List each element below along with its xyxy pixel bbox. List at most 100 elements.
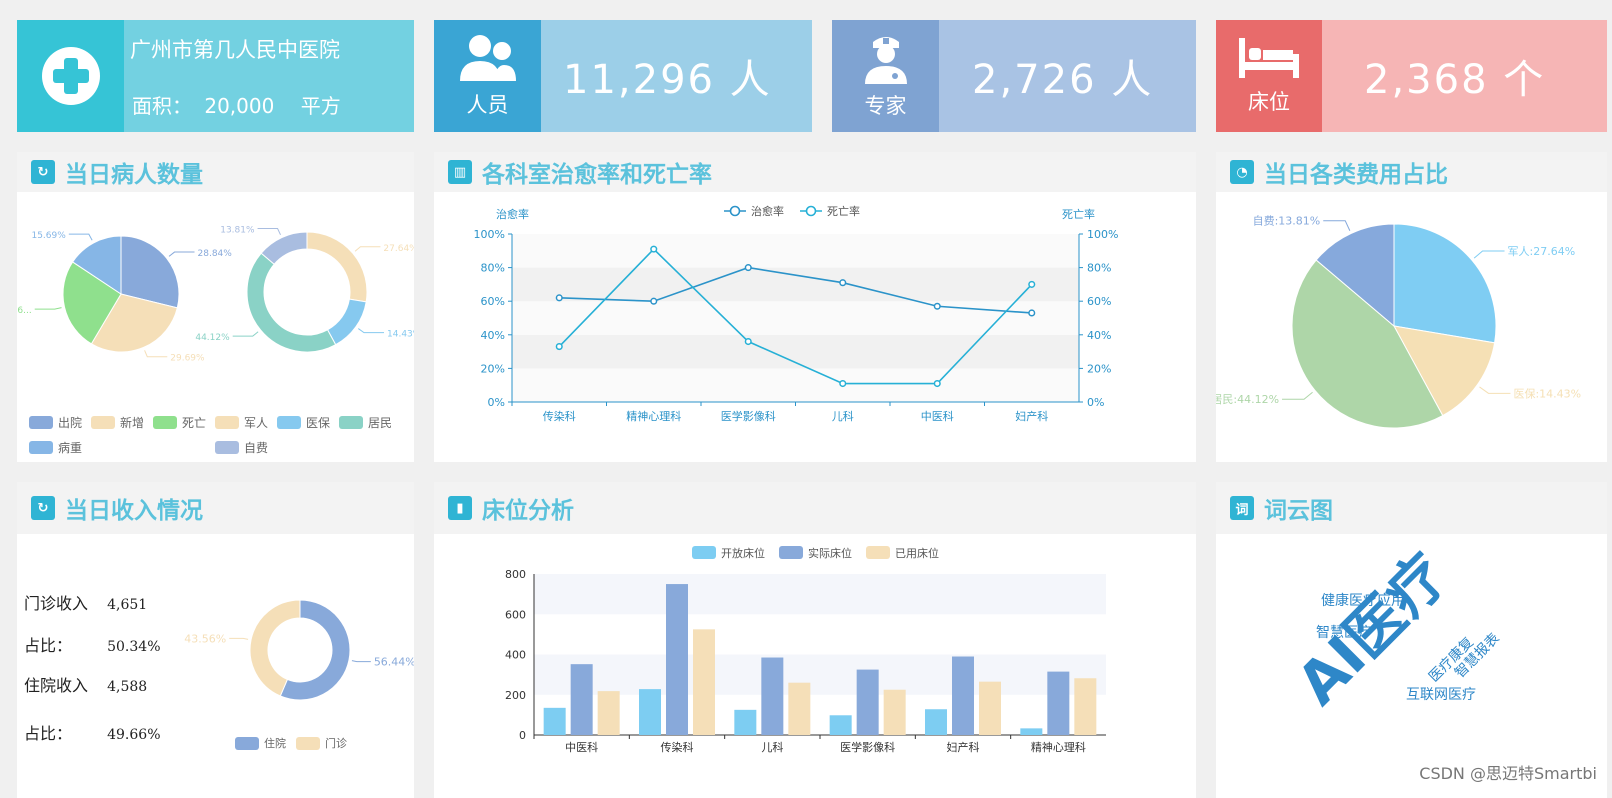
pie-refresh-icon: ↻ <box>31 496 55 520</box>
patients-panel: ↻ 当日病人数量 28.84% 29.69% 26... 15.69% 27.64% 14… <box>17 152 414 462</box>
outpatient-value: 4,651 <box>107 597 148 613</box>
bar-开放床位[interactable] <box>1020 728 1043 735</box>
legend-item-自费[interactable]: 自费 <box>215 439 277 456</box>
x-tick-label: 医学影像科 <box>840 740 895 754</box>
legend-swatch[interactable] <box>692 546 716 559</box>
beds-icon-box: 床位 <box>1216 20 1322 132</box>
data-point[interactable] <box>650 245 658 253</box>
patients-panel-header: ↻ 当日病人数量 <box>17 152 414 192</box>
patients-title: 当日病人数量 <box>65 162 203 188</box>
legend-item-门诊[interactable]: 门诊 <box>296 735 347 751</box>
bar-已用床位[interactable] <box>979 681 1001 735</box>
legend-item-新增[interactable]: 新增 <box>91 414 153 431</box>
legend-item-出院[interactable]: 出院 <box>29 414 91 431</box>
bar-实际床位[interactable] <box>570 664 593 735</box>
y-tick-label: 0% <box>1087 396 1104 409</box>
x-tick-label: 医学影像科 <box>721 409 776 423</box>
staff-card: 人员 11,296 人 <box>434 20 812 132</box>
experts-value: 2,726 人 <box>939 20 1196 132</box>
legend-item-死亡[interactable]: 死亡 <box>153 414 215 431</box>
pie-slice-医保[interactable] <box>326 298 367 346</box>
bar-实际床位[interactable] <box>952 656 974 735</box>
data-point[interactable] <box>555 294 563 302</box>
pie-slice-自费[interactable] <box>260 231 308 265</box>
bar-已用床位[interactable] <box>883 689 906 735</box>
bar-开放床位[interactable] <box>639 689 661 735</box>
slice-label: 自费:13.81% <box>1253 215 1321 228</box>
slice-label: 军人:27.64% <box>1508 245 1576 258</box>
beds-card: 床位 2,368 个 <box>1216 20 1607 132</box>
label-line <box>257 227 281 236</box>
legend-label: 开放床位 <box>721 546 765 560</box>
data-point[interactable] <box>933 379 941 388</box>
beds-panel-header: ▮ 床位分析 <box>434 482 1196 534</box>
pie-slice-军人[interactable] <box>1393 223 1497 344</box>
pie-slice-军人[interactable] <box>306 231 368 303</box>
legend-swatch[interactable] <box>779 546 803 559</box>
hospital-name: 广州市第几人民中医院 <box>130 38 340 62</box>
legend-marker[interactable] <box>805 205 817 217</box>
bar-实际床位[interactable] <box>666 584 688 735</box>
legend-marker[interactable] <box>729 205 741 217</box>
income-panel: ↻ 当日收入情况 门诊收入 4,651 占比： 50.34% 住院收入 4,58… <box>17 482 414 798</box>
legend-label: 居民 <box>368 416 393 430</box>
data-point[interactable] <box>555 343 563 351</box>
x-tick-label: 妇产科 <box>947 740 980 754</box>
bar-已用床位[interactable] <box>597 691 620 735</box>
bar-开放床位[interactable] <box>734 709 757 735</box>
bar-开放床位[interactable] <box>829 715 852 735</box>
y-tick-label: 80% <box>1087 262 1111 275</box>
slice-label: 29.69% <box>170 354 205 364</box>
outpatient-row: 门诊收入 4,651 <box>24 590 147 614</box>
costs-panel: ◔ 当日各类费用占比 军人:27.64% 医保:14.43% 居民:44.12% 自费… <box>1216 152 1607 462</box>
bar-实际床位[interactable] <box>856 669 879 735</box>
outpatient-label: 门诊收入 <box>24 594 89 613</box>
bar-开放床位[interactable] <box>543 707 566 735</box>
outpatient-ratio-row: 占比： 50.34% <box>24 632 161 656</box>
x-tick-label: 中医科 <box>921 409 954 423</box>
legend-label: 实际床位 <box>808 546 852 560</box>
legend-item-住院[interactable]: 住院 <box>235 735 286 751</box>
bar-开放床位[interactable] <box>925 709 947 735</box>
legend-label: 自费 <box>244 441 269 455</box>
data-point[interactable] <box>744 264 752 272</box>
legend-swatch <box>339 416 363 429</box>
bar-已用床位[interactable] <box>788 682 811 735</box>
legend-item-军人[interactable]: 军人 <box>215 414 277 431</box>
y-tick-label: 20% <box>481 362 505 375</box>
beds-value: 2,368 个 <box>1322 20 1607 132</box>
data-point[interactable] <box>839 279 847 287</box>
legend-swatch[interactable] <box>866 546 890 559</box>
patients-charts: 28.84% 29.69% 26... 15.69% 27.64% 14.43% 44.12… <box>17 225 414 364</box>
legend-label: 病重 <box>58 441 83 455</box>
y-tick-label: 400 <box>505 649 526 662</box>
area-label: 面积： <box>132 94 192 118</box>
inpatient-ratio-row: 占比： 49.66% <box>24 720 161 744</box>
staff-icon-box: 人员 <box>434 20 541 132</box>
data-point[interactable] <box>744 337 752 346</box>
legend-label: 死亡率 <box>827 204 860 218</box>
income-title: 当日收入情况 <box>65 498 203 524</box>
data-point[interactable] <box>933 302 941 310</box>
data-point[interactable] <box>1028 280 1036 288</box>
data-point[interactable] <box>1028 309 1036 317</box>
legend-item-居民[interactable]: 居民 <box>339 414 401 431</box>
legend-item-病重[interactable]: 病重 <box>29 439 215 456</box>
legend-swatch <box>29 441 53 454</box>
legend-item-医保[interactable]: 医保 <box>277 414 339 431</box>
slice-label: 医保:14.43% <box>1513 386 1581 400</box>
wordcloud-panel: 词 词云图 AI医疗 健康医疗应用 智慧医疗 医疗康复 智慧报表 互联网医疗 C… <box>1216 482 1607 798</box>
inpatient-label: 住院收入 <box>24 676 89 695</box>
income-legend: 住院 门诊 <box>235 735 357 751</box>
data-point[interactable] <box>650 297 658 305</box>
x-tick-label: 儿科 <box>832 409 854 423</box>
bar-实际床位[interactable] <box>761 657 784 735</box>
bar-实际床位[interactable] <box>1047 671 1070 735</box>
rates-panel-header: ▥ 各科室治愈率和死亡率 <box>434 152 1196 192</box>
bar-已用床位[interactable] <box>693 629 715 735</box>
rates-line-chart: 0% 0% 20% 20% 40% 40% 60% 60% 80% 80% 100% 100% 治愈率 死… <box>474 204 1119 423</box>
data-point[interactable] <box>839 379 847 388</box>
pie-refresh-icon: ↻ <box>31 160 55 184</box>
pie-slice-居民[interactable] <box>246 252 337 353</box>
bar-已用床位[interactable] <box>1074 678 1097 735</box>
